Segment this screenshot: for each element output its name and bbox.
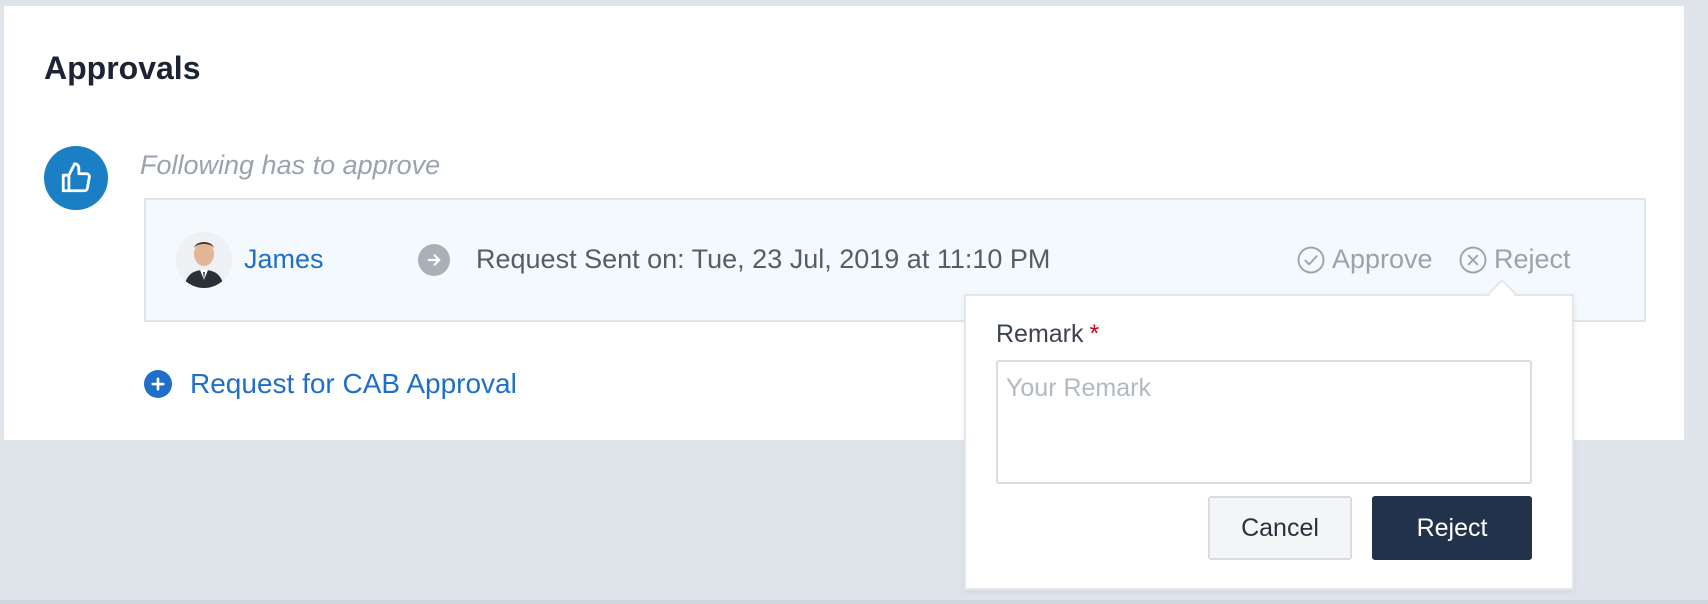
request-cab-approval-label: Request for CAB Approval [190, 368, 517, 399]
reject-label: Reject [1494, 244, 1571, 274]
approve-button[interactable]: Approve [1296, 244, 1433, 275]
cancel-button[interactable]: Cancel [1208, 496, 1352, 560]
page: Approvals Following has to approve James [0, 0, 1708, 604]
remark-textarea[interactable] [996, 360, 1532, 484]
approval-hint: Following has to approve [140, 150, 441, 180]
confirm-reject-button[interactable]: Reject [1372, 496, 1532, 560]
thumbs-up-icon [44, 146, 108, 210]
bottom-divider [0, 600, 1708, 604]
remark-label-text: Remark [996, 320, 1084, 348]
avatar [176, 232, 232, 288]
reject-button[interactable]: Reject [1458, 244, 1571, 275]
arrow-right-icon [418, 244, 450, 276]
remark-label: Remark * [996, 320, 1099, 349]
approve-label: Approve [1332, 244, 1433, 274]
x-circle-icon [1459, 246, 1487, 273]
section-title: Approvals [44, 50, 201, 86]
approver-name-link[interactable]: James [244, 244, 324, 275]
reject-popover: Remark* Cancel Reject [964, 294, 1574, 590]
check-circle-icon [1297, 246, 1325, 273]
plus-circle-icon [144, 370, 172, 398]
required-marker: * [1089, 320, 1100, 348]
request-sent-text: Request Sent on: Tue, 23 Jul, 2019 at 11… [476, 244, 1051, 274]
request-cab-approval-link[interactable]: Request for CAB Approval [144, 368, 517, 400]
